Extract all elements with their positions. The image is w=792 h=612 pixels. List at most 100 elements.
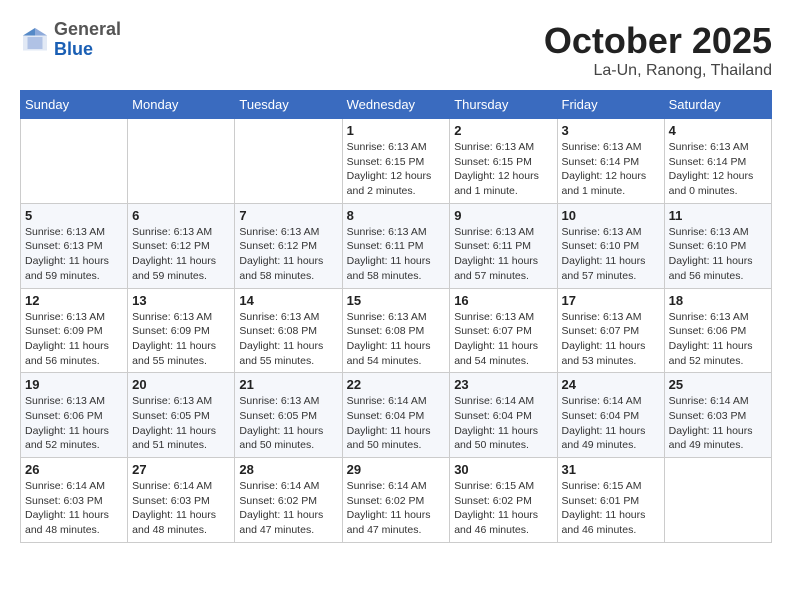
day-info: Sunrise: 6:13 AM Sunset: 6:08 PM Dayligh… — [347, 310, 446, 369]
day-info: Sunrise: 6:13 AM Sunset: 6:08 PM Dayligh… — [239, 310, 337, 369]
weekday-header-saturday: Saturday — [664, 91, 771, 119]
logo-blue-text: Blue — [54, 39, 93, 59]
week-row-1: 1 Sunrise: 6:13 AM Sunset: 6:15 PM Daylig… — [21, 119, 772, 204]
day-info: Sunrise: 6:14 AM Sunset: 6:03 PM Dayligh… — [132, 479, 230, 538]
day-cell: 18 Sunrise: 6:13 AM Sunset: 6:06 PM Dayli… — [664, 288, 771, 373]
day-info: Sunrise: 6:13 AM Sunset: 6:12 PM Dayligh… — [132, 225, 230, 284]
day-cell: 22 Sunrise: 6:14 AM Sunset: 6:04 PM Dayli… — [342, 373, 450, 458]
day-number: 30 — [454, 462, 552, 477]
logo-icon — [20, 25, 50, 55]
day-cell — [235, 119, 342, 204]
day-number: 8 — [347, 208, 446, 223]
day-cell — [128, 119, 235, 204]
day-cell: 27 Sunrise: 6:14 AM Sunset: 6:03 PM Dayli… — [128, 458, 235, 543]
day-number: 18 — [669, 293, 767, 308]
day-number: 4 — [669, 123, 767, 138]
weekday-header-row: SundayMondayTuesdayWednesdayThursdayFrid… — [21, 91, 772, 119]
day-number: 21 — [239, 377, 337, 392]
day-info: Sunrise: 6:14 AM Sunset: 6:03 PM Dayligh… — [25, 479, 123, 538]
day-cell: 13Sunrise: 6:13 AM Sunset: 6:09 PM Dayli… — [128, 288, 235, 373]
day-cell: 31 Sunrise: 6:15 AM Sunset: 6:01 PM Dayli… — [557, 458, 664, 543]
calendar-table: SundayMondayTuesdayWednesdayThursdayFrid… — [20, 90, 772, 543]
day-info: Sunrise: 6:13 AM Sunset: 6:13 PM Dayligh… — [25, 225, 123, 284]
day-number: 7 — [239, 208, 337, 223]
logo-text: General Blue — [54, 20, 121, 60]
day-number: 29 — [347, 462, 446, 477]
day-cell: 19Sunrise: 6:13 AM Sunset: 6:06 PM Dayli… — [21, 373, 128, 458]
day-cell: 30 Sunrise: 6:15 AM Sunset: 6:02 PM Dayli… — [450, 458, 557, 543]
day-cell: 9 Sunrise: 6:13 AM Sunset: 6:11 PM Daylig… — [450, 203, 557, 288]
day-number: 2 — [454, 123, 552, 138]
day-number: 11 — [669, 208, 767, 223]
weekday-header-wednesday: Wednesday — [342, 91, 450, 119]
day-info: Sunrise: 6:13 AM Sunset: 6:11 PM Dayligh… — [454, 225, 552, 284]
weekday-header-monday: Monday — [128, 91, 235, 119]
weekday-header-thursday: Thursday — [450, 91, 557, 119]
day-cell: 23Sunrise: 6:14 AM Sunset: 6:04 PM Dayli… — [450, 373, 557, 458]
week-row-3: 12Sunrise: 6:13 AM Sunset: 6:09 PM Dayli… — [21, 288, 772, 373]
day-number: 20 — [132, 377, 230, 392]
day-cell — [664, 458, 771, 543]
day-number: 14 — [239, 293, 337, 308]
day-cell: 1Sunrise: 6:13 AM Sunset: 6:15 PM Daylig… — [342, 119, 450, 204]
day-info: Sunrise: 6:14 AM Sunset: 6:03 PM Dayligh… — [669, 394, 767, 453]
day-cell: 17 Sunrise: 6:13 AM Sunset: 6:07 PM Dayli… — [557, 288, 664, 373]
day-info: Sunrise: 6:13 AM Sunset: 6:05 PM Dayligh… — [239, 394, 337, 453]
day-info: Sunrise: 6:13 AM Sunset: 6:09 PM Dayligh… — [25, 310, 123, 369]
day-number: 26 — [25, 462, 123, 477]
day-number: 28 — [239, 462, 337, 477]
day-number: 25 — [669, 377, 767, 392]
day-info: Sunrise: 6:13 AM Sunset: 6:10 PM Dayligh… — [669, 225, 767, 284]
day-number: 16 — [454, 293, 552, 308]
calendar-body: 1 Sunrise: 6:13 AM Sunset: 6:15 PM Daylig… — [21, 119, 772, 543]
day-cell: 14 Sunrise: 6:13 AM Sunset: 6:08 PM Dayli… — [235, 288, 342, 373]
day-number: 31 — [562, 462, 660, 477]
month-title: October 2025 — [544, 20, 772, 62]
day-cell: 20 Sunrise: 6:13 AM Sunset: 6:05 PM Dayli… — [128, 373, 235, 458]
day-number: 19 — [25, 377, 123, 392]
day-info: Sunrise: 6:15 AM Sunset: 6:01 PM Dayligh… — [562, 479, 660, 538]
day-number: 1 — [347, 123, 446, 138]
week-row-5: 26 Sunrise: 6:14 AM Sunset: 6:03 PM Dayli… — [21, 458, 772, 543]
day-cell: 29 Sunrise: 6:14 AM Sunset: 6:02 PM Dayli… — [342, 458, 450, 543]
calendar-header: SundayMondayTuesdayWednesdayThursdayFrid… — [21, 91, 772, 119]
day-info: Sunrise: 6:13 AM Sunset: 6:07 PM Dayligh… — [454, 310, 552, 369]
day-cell: 26 Sunrise: 6:14 AM Sunset: 6:03 PM Dayli… — [21, 458, 128, 543]
day-cell — [21, 119, 128, 204]
day-info: Sunrise: 6:13 AM Sunset: 6:07 PM Dayligh… — [562, 310, 660, 369]
day-info: Sunrise: 6:13 AM Sunset: 6:06 PM Dayligh… — [669, 310, 767, 369]
day-number: 3 — [562, 123, 660, 138]
day-number: 5 — [25, 208, 123, 223]
day-info: Sunrise: 6:13 AM Sunset: 6:15 PM Dayligh… — [454, 140, 552, 199]
day-cell: 8 Sunrise: 6:13 AM Sunset: 6:11 PM Daylig… — [342, 203, 450, 288]
week-row-2: 5 Sunrise: 6:13 AM Sunset: 6:13 PM Daylig… — [21, 203, 772, 288]
week-row-4: 19Sunrise: 6:13 AM Sunset: 6:06 PM Dayli… — [21, 373, 772, 458]
day-info: Sunrise: 6:13 AM Sunset: 6:05 PM Dayligh… — [132, 394, 230, 453]
day-number: 9 — [454, 208, 552, 223]
location-subtitle: La-Un, Ranong, Thailand — [544, 62, 772, 80]
day-cell: 7 Sunrise: 6:13 AM Sunset: 6:12 PM Daylig… — [235, 203, 342, 288]
title-block: October 2025 La-Un, Ranong, Thailand — [544, 20, 772, 80]
day-number: 22 — [347, 377, 446, 392]
day-cell: 4 Sunrise: 6:13 AM Sunset: 6:14 PM Daylig… — [664, 119, 771, 204]
weekday-header-sunday: Sunday — [21, 91, 128, 119]
day-info: Sunrise: 6:13 AM Sunset: 6:14 PM Dayligh… — [669, 140, 767, 199]
day-number: 15 — [347, 293, 446, 308]
weekday-header-tuesday: Tuesday — [235, 91, 342, 119]
day-cell: 5 Sunrise: 6:13 AM Sunset: 6:13 PM Daylig… — [21, 203, 128, 288]
day-info: Sunrise: 6:14 AM Sunset: 6:04 PM Dayligh… — [562, 394, 660, 453]
day-info: Sunrise: 6:13 AM Sunset: 6:14 PM Dayligh… — [562, 140, 660, 199]
day-info: Sunrise: 6:13 AM Sunset: 6:09 PM Dayligh… — [132, 310, 230, 369]
day-info: Sunrise: 6:13 AM Sunset: 6:11 PM Dayligh… — [347, 225, 446, 284]
page-header: General Blue October 2025 La-Un, Ranong,… — [20, 20, 772, 80]
day-info: Sunrise: 6:14 AM Sunset: 6:04 PM Dayligh… — [347, 394, 446, 453]
day-cell: 16 Sunrise: 6:13 AM Sunset: 6:07 PM Dayli… — [450, 288, 557, 373]
day-info: Sunrise: 6:13 AM Sunset: 6:12 PM Dayligh… — [239, 225, 337, 284]
day-cell: 24Sunrise: 6:14 AM Sunset: 6:04 PM Dayli… — [557, 373, 664, 458]
logo: General Blue — [20, 20, 121, 60]
day-number: 17 — [562, 293, 660, 308]
day-number: 27 — [132, 462, 230, 477]
day-info: Sunrise: 6:14 AM Sunset: 6:02 PM Dayligh… — [347, 479, 446, 538]
day-cell: 11 Sunrise: 6:13 AM Sunset: 6:10 PM Dayli… — [664, 203, 771, 288]
day-info: Sunrise: 6:15 AM Sunset: 6:02 PM Dayligh… — [454, 479, 552, 538]
